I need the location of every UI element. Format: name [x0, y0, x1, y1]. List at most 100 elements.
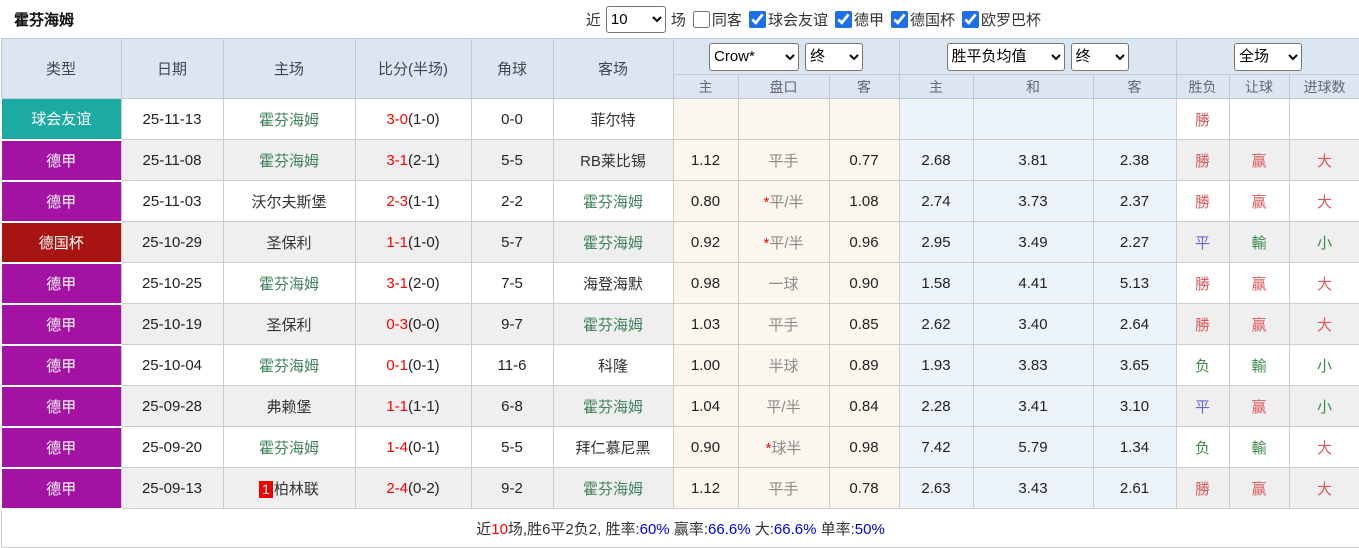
fulltime-score: 1-1: [386, 397, 408, 415]
home-team-name[interactable]: 霍芬海姆: [259, 440, 319, 457]
col-header-type: 类型: [0, 38, 122, 99]
away-team-name[interactable]: 霍芬海姆: [583, 317, 643, 334]
match-type-cell: 德甲: [0, 467, 122, 510]
away-team-name[interactable]: 霍芬海姆: [583, 194, 643, 211]
avg-home-odds: 2.68: [898, 139, 974, 181]
summary-row: 近10场,胜6平2负2, 胜率:60% 赢率:66.6% 大:66.6% 单率:…: [0, 508, 1359, 548]
result-cell: 勝: [1175, 262, 1230, 304]
avg-draw-odds: 3.43: [972, 467, 1094, 509]
away-odds: 1.08: [828, 180, 900, 222]
away-odds: 0.85: [828, 303, 900, 345]
handicap-result-cell: 赢: [1228, 467, 1290, 509]
away-team-cell: 霍芬海姆: [552, 221, 674, 263]
home-team-cell: 沃尔夫斯堡: [222, 180, 356, 222]
away-team-cell: 菲尔特: [552, 98, 674, 140]
home-team-cell: 圣保利: [222, 221, 356, 263]
filter-checkbox[interactable]: [890, 10, 908, 28]
handicap-line: 半球: [737, 344, 830, 386]
match-date: 25-09-13: [120, 467, 224, 509]
home-team-name[interactable]: 霍芬海姆: [259, 276, 319, 293]
avg-draw-odds: 3.81: [972, 139, 1094, 181]
handicap-line: [737, 98, 830, 140]
match-date: 25-11-03: [120, 180, 224, 222]
subheader-handicap: 盘口: [737, 74, 830, 99]
match-type-cell: 德甲: [0, 303, 122, 346]
scope-select-cell: 全场: [1175, 38, 1359, 75]
table-header: 类型 日期 主场 比分(半场) 角球 客场 Crow* 终 胜平负均值 终 全场…: [0, 38, 1359, 99]
odds-time-select[interactable]: 终: [805, 42, 864, 71]
summary-part: 66.6%: [773, 520, 817, 538]
away-team-cell: 霍芬海姆: [552, 467, 674, 509]
filter-checkbox[interactable]: [961, 10, 979, 28]
fulltime-score: 3-1: [386, 274, 408, 292]
filter-checkbox[interactable]: [834, 10, 852, 28]
away-team-cell: RB莱比锡: [552, 139, 674, 181]
odds-company-select[interactable]: Crow*: [709, 42, 800, 71]
handicap-result-cell: 輸: [1228, 221, 1290, 263]
match-date: 25-10-25: [120, 262, 224, 304]
away-team-name[interactable]: RB莱比锡: [580, 153, 646, 170]
scope-select[interactable]: 全场: [1234, 42, 1303, 71]
handicap-result-cell: [1228, 98, 1290, 140]
home-odds: 0.92: [672, 221, 739, 263]
fulltime-score: 0-3: [386, 315, 408, 333]
away-team-name[interactable]: 霍芬海姆: [583, 399, 643, 416]
corner-cell: 6-8: [470, 385, 554, 427]
score-cell: 3-1(2-1): [354, 139, 472, 181]
home-team-name[interactable]: 柏林联: [274, 481, 319, 498]
filter-球会友谊: 球会友谊: [742, 9, 828, 30]
away-team-name[interactable]: 海登海默: [583, 276, 643, 293]
away-team-name[interactable]: 霍芬海姆: [583, 235, 643, 252]
away-team-cell: 霍芬海姆: [552, 303, 674, 345]
match-row: 德甲 25-09-20 霍芬海姆 1-4(0-1) 5-5 拜仁慕尼黑 0.90 *球半 0.9…: [0, 426, 1359, 469]
home-team-cell: 霍芬海姆: [222, 98, 356, 140]
summary-part: 60%: [639, 520, 670, 538]
match-type-cell: 德甲: [0, 262, 122, 305]
match-type-cell: 德甲: [0, 139, 122, 182]
match-date: 25-11-13: [120, 98, 224, 140]
fulltime-score: 1-4: [386, 438, 408, 456]
avg-type-select[interactable]: 胜平负均值: [946, 42, 1065, 71]
away-odds: 0.98: [828, 426, 900, 468]
avg-away-odds: 2.38: [1092, 139, 1177, 181]
match-stats-page: 霍芬海姆 近 10 场 同客 球会友谊 德甲 德国杯 欧罗巴杯 类型 日期 主场 比分(…: [0, 0, 1359, 548]
goals-result-cell: 小: [1288, 385, 1359, 427]
away-odds: 0.77: [828, 139, 900, 181]
subheader-avg-away: 客: [1092, 74, 1177, 99]
away-team-cell: 拜仁慕尼黑: [552, 426, 674, 468]
handicap-result-cell: 赢: [1228, 385, 1290, 427]
handicap-line: *平/半: [737, 221, 830, 263]
home-team-name[interactable]: 圣保利: [266, 317, 311, 334]
filter-checkbox[interactable]: [692, 10, 710, 28]
away-team-cell: 科隆: [552, 344, 674, 386]
home-team-name[interactable]: 霍芬海姆: [259, 358, 319, 375]
rank-badge: 1: [259, 480, 273, 498]
halftime-score: (2-0): [408, 274, 440, 292]
score-cell: 1-4(0-1): [354, 426, 472, 468]
recent-count-select[interactable]: 10: [605, 5, 666, 33]
avg-time-select[interactable]: 终: [1070, 42, 1129, 71]
handicap-result-cell: 赢: [1228, 262, 1290, 304]
home-team-name[interactable]: 弗赖堡: [266, 399, 311, 416]
filter-checkbox[interactable]: [748, 10, 766, 28]
avg-away-odds: 1.34: [1092, 426, 1177, 468]
summary-part: 66.6%: [708, 520, 751, 538]
halftime-score: (0-1): [408, 438, 440, 456]
summary-text: 近10场,胜6平2负2, 胜率:60% 赢率:66.6% 大:66.6% 单率:…: [0, 508, 1359, 548]
home-team-name[interactable]: 圣保利: [266, 235, 311, 252]
away-team-name[interactable]: 拜仁慕尼黑: [575, 440, 650, 457]
avg-home-odds: [898, 98, 974, 140]
halftime-score: (2-1): [408, 151, 440, 169]
home-team-name[interactable]: 霍芬海姆: [259, 153, 319, 170]
home-team-name[interactable]: 霍芬海姆: [259, 112, 319, 129]
away-odds: [828, 98, 900, 140]
match-type-cell: 德甲: [0, 344, 122, 387]
away-team-name[interactable]: 霍芬海姆: [583, 481, 643, 498]
away-team-name[interactable]: 菲尔特: [590, 112, 635, 129]
summary-part: 近: [476, 520, 492, 538]
col-header-home: 主场: [222, 38, 356, 99]
home-team-name[interactable]: 沃尔夫斯堡: [251, 194, 326, 211]
avg-away-odds: 3.65: [1092, 344, 1177, 386]
score-cell: 3-1(2-0): [354, 262, 472, 304]
away-team-name[interactable]: 科隆: [598, 358, 628, 375]
